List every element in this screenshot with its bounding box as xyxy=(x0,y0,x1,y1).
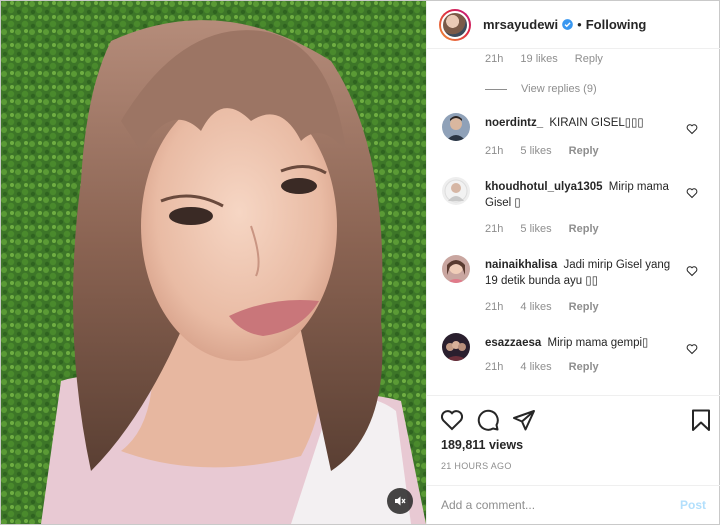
mute-button[interactable] xyxy=(387,488,413,514)
heart-icon[interactable] xyxy=(686,343,698,355)
comment-likes[interactable]: 19 likes xyxy=(520,53,557,65)
heart-icon[interactable] xyxy=(686,187,698,199)
post-comment-button[interactable]: Post xyxy=(680,498,706,512)
replies-divider xyxy=(485,88,507,90)
heart-icon[interactable] xyxy=(686,123,698,135)
comment-time: 21h xyxy=(485,145,504,157)
comment-meta: 21h 4 likes Reply xyxy=(485,301,613,313)
view-replies-label[interactable]: View replies (9) xyxy=(521,83,597,95)
comment-text: noerdintz_ KIRAIN GISEL▯▯▯ xyxy=(485,115,675,131)
comment-meta: 21h 5 likes Reply xyxy=(485,223,613,235)
comment-content: Mirip mama gempi▯ xyxy=(547,337,649,349)
comment-time: 21h xyxy=(485,53,504,65)
post-timestamp[interactable]: 21 HOURS AGO xyxy=(441,461,512,471)
video-frame xyxy=(1,1,426,524)
comment-likes[interactable]: 5 likes xyxy=(520,223,551,235)
comment-time: 21h xyxy=(485,301,504,313)
comment-meta: 21h 5 likes Reply xyxy=(485,145,613,157)
reply-button[interactable]: Reply xyxy=(569,145,599,157)
commenter-avatar[interactable] xyxy=(442,255,470,283)
heart-icon[interactable] xyxy=(440,408,464,432)
post-actions: 189,811 views 21 HOURS AGO xyxy=(427,395,720,485)
commenter-avatar[interactable] xyxy=(442,177,470,205)
bookmark-icon[interactable] xyxy=(689,408,713,432)
reply-button[interactable]: Reply xyxy=(569,361,599,373)
commenter-username[interactable]: khoudhotul_ulya1305 xyxy=(485,181,603,193)
reply-button[interactable]: Reply xyxy=(569,223,599,235)
comment-meta: 21h 4 likes Reply xyxy=(485,361,613,373)
view-count[interactable]: 189,811 views xyxy=(441,438,523,452)
comment-text: khoudhotul_ulya1305 Mirip mama Gisel ▯ xyxy=(485,179,675,211)
paper-plane-icon[interactable] xyxy=(512,408,536,432)
separator-dot: • xyxy=(577,17,582,32)
comment-composer: Post xyxy=(427,485,720,524)
comment-time: 21h xyxy=(485,223,504,235)
video-player[interactable] xyxy=(1,1,426,524)
heart-icon[interactable] xyxy=(686,265,698,277)
comment-likes[interactable]: 4 likes xyxy=(520,301,551,313)
comment-time: 21h xyxy=(485,361,504,373)
verified-badge-icon xyxy=(562,19,573,30)
comment-text: nainaikhalisa Jadi mirip Gisel yang 19 d… xyxy=(485,257,675,289)
author-username[interactable]: mrsayudewi xyxy=(483,17,558,32)
commenter-username[interactable]: nainaikhalisa xyxy=(485,259,557,271)
reply-button[interactable]: Reply xyxy=(569,301,599,313)
following-button[interactable]: Following xyxy=(586,17,647,32)
commenter-avatar[interactable] xyxy=(442,113,470,141)
comment-icon[interactable] xyxy=(476,408,500,432)
post-header: mrsayudewi • Following xyxy=(427,1,720,49)
post-side-panel: mrsayudewi • Following 21h 19 likes Repl… xyxy=(426,1,720,524)
commenter-avatar[interactable] xyxy=(442,333,470,361)
commenter-username[interactable]: esazzaesa xyxy=(485,337,541,349)
author-avatar[interactable] xyxy=(439,8,471,41)
comment-likes[interactable]: 4 likes xyxy=(520,361,551,373)
reply-button[interactable]: Reply xyxy=(575,53,603,65)
comment-input[interactable] xyxy=(441,498,680,512)
comment-text: esazzaesa Mirip mama gempi▯ xyxy=(485,335,675,351)
previous-comment-meta: 21h 19 likes Reply xyxy=(485,53,617,65)
comment-likes[interactable]: 5 likes xyxy=(520,145,551,157)
commenter-username[interactable]: noerdintz_ xyxy=(485,117,543,129)
view-replies-button[interactable]: View replies (9) xyxy=(485,83,597,95)
speaker-muted-icon xyxy=(395,496,406,506)
comment-content: KIRAIN GISEL▯▯▯ xyxy=(549,117,644,129)
comments-list[interactable]: 21h 19 likes Reply View replies (9) noer… xyxy=(427,49,720,395)
